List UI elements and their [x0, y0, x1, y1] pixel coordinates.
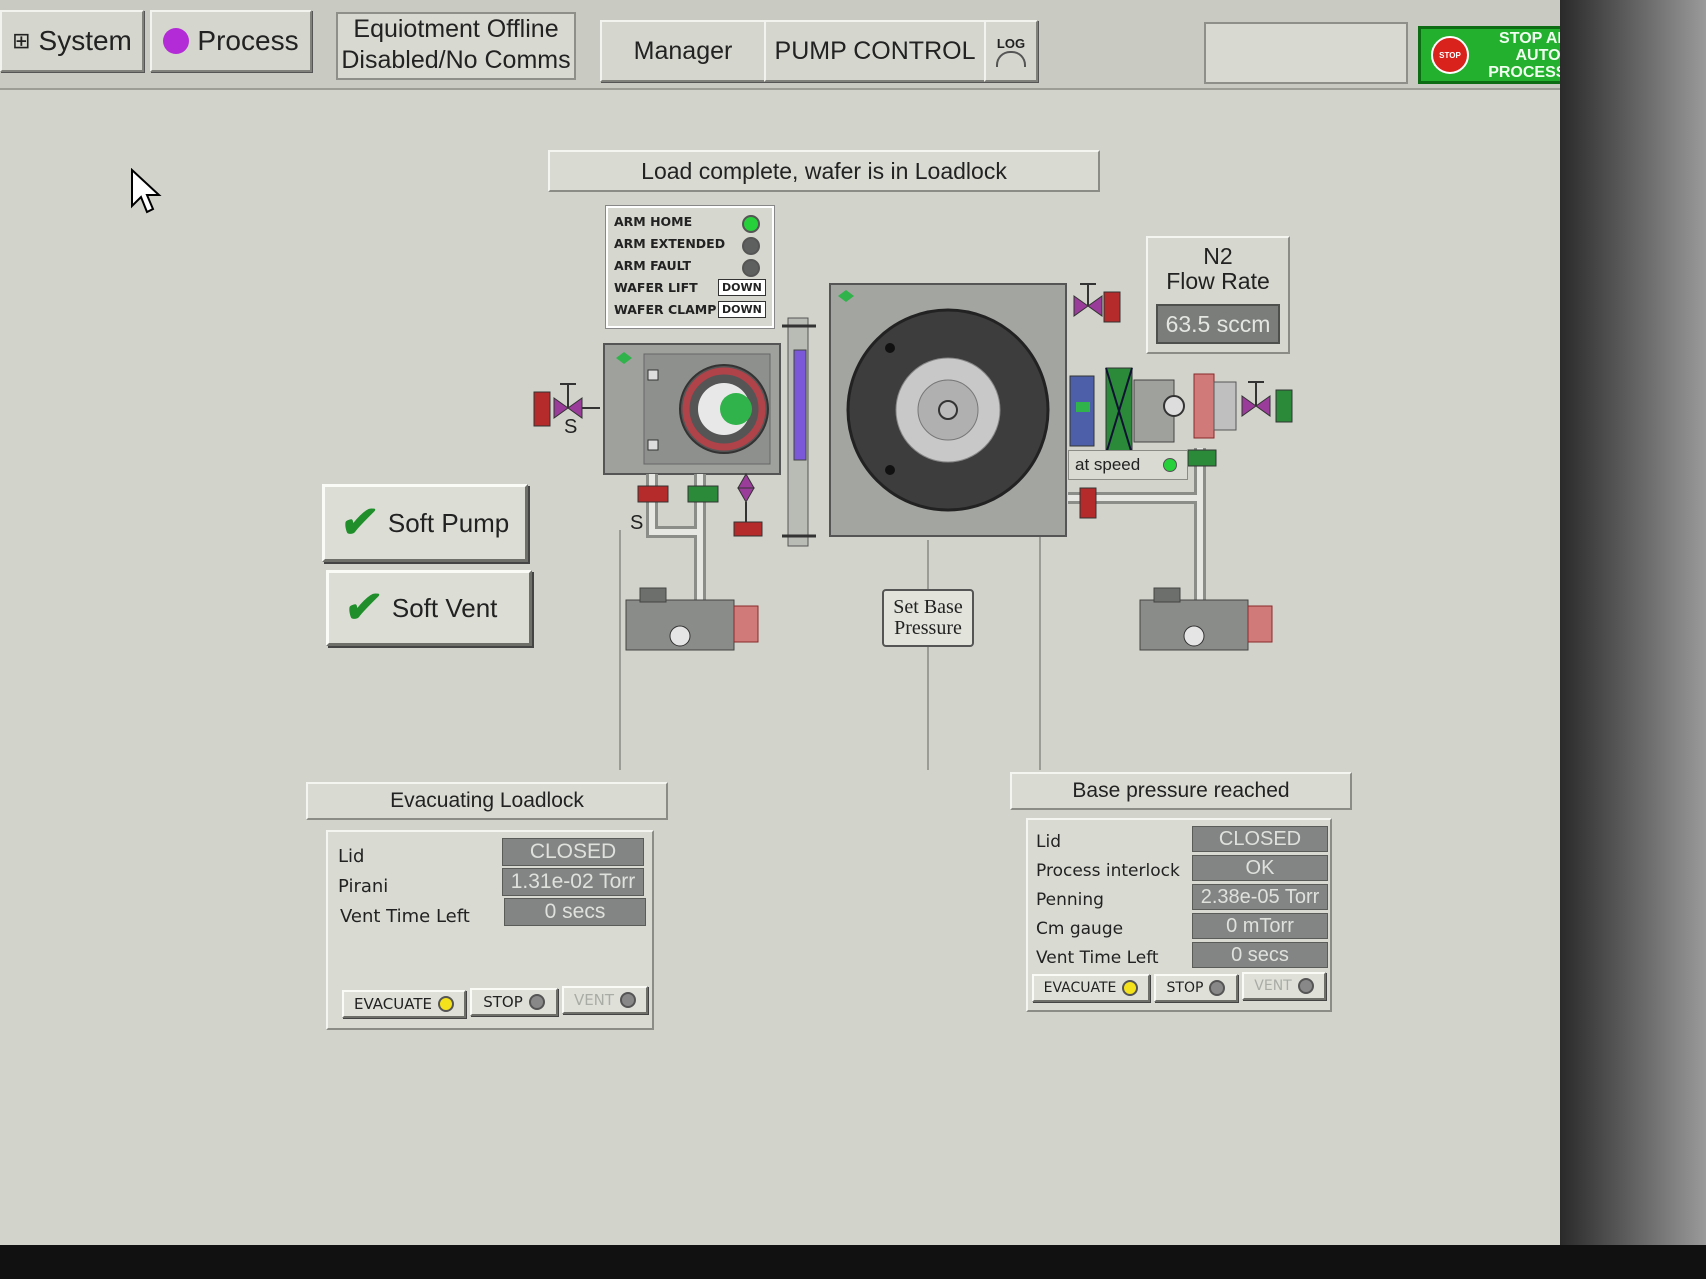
foreline-valve-right-icon[interactable] [1187, 449, 1217, 467]
loadlock-rough-valve-icon[interactable] [687, 485, 719, 503]
mouse-cursor-icon [131, 168, 162, 214]
at-speed-led [1163, 458, 1177, 472]
n2-valve-icon[interactable] [1073, 283, 1121, 323]
process-chamber-icon[interactable] [829, 283, 1067, 537]
blank-status-field [1204, 22, 1408, 84]
loadlock-lid-label: Lid [338, 846, 365, 867]
pump-control-tab[interactable]: PUMP CONTROL [764, 20, 986, 82]
loadlock-pirani-value: 1.31e-02 Torr [502, 868, 644, 896]
loadlock-vent-lower-valve-icon[interactable] [733, 472, 763, 537]
soft-pump-button[interactable]: ✔ Soft Pump [322, 484, 528, 562]
loadlock-chamber-icon[interactable] [603, 343, 781, 475]
process-button[interactable]: Process [150, 10, 312, 72]
evacuate-led-icon [437, 996, 454, 1012]
loadlock-status-title: Evacuating Loadlock [306, 782, 668, 820]
loadlock-rough-pump-icon[interactable] [625, 587, 759, 651]
loadlock-soft-valve-icon[interactable] [637, 485, 669, 503]
chamber-evacuate-button[interactable]: EVACUATE [1032, 974, 1150, 1002]
loadlock-vent-time-label: Vent Time Left [340, 906, 470, 927]
chamber-lid-label: Lid [1036, 832, 1061, 852]
vent-valve-s-label: S [564, 416, 578, 438]
chamber-lid-value: CLOSED [1192, 826, 1328, 852]
chamber-vent-time-value: 0 secs [1192, 942, 1328, 968]
set-base-pressure-button[interactable]: Set Base Pressure [882, 589, 974, 647]
penning-value: 2.38e-05 Torr [1192, 884, 1328, 910]
at-speed-indicator: at speed [1068, 450, 1188, 480]
soft-valve-s-label: S [630, 512, 644, 534]
chamber-panel: Lid CLOSED Process interlock OK Penning … [1026, 818, 1332, 1012]
screen: ⊞ System Process Equiotment Offline Disa… [0, 0, 1610, 1250]
stop-led-icon [528, 994, 545, 1010]
gauge-icon [996, 50, 1026, 67]
soft-vent-button[interactable]: ✔ Soft Vent [326, 570, 532, 646]
loadlock-evacuate-button[interactable]: EVACUATE [342, 990, 466, 1018]
bypass-valve-icon[interactable] [1079, 487, 1097, 519]
stop-icon: STOP [1431, 36, 1469, 74]
turbo-pump-icon[interactable] [1069, 367, 1237, 455]
system-button[interactable]: ⊞ System [0, 10, 144, 72]
loadlock-panel: Lid CLOSED Pirani 1.31e-02 Torr Vent Tim… [326, 830, 654, 1030]
cm-gauge-value: 0 mTorr [1192, 913, 1328, 939]
chamber-stop-button[interactable]: STOP [1154, 974, 1238, 1002]
vent-led-icon [620, 992, 637, 1008]
process-icon [163, 28, 190, 54]
checkmark-icon: ✔ [337, 498, 382, 547]
process-interlock-value: OK [1192, 855, 1328, 881]
loadlock-vent-button[interactable]: VENT [562, 986, 648, 1014]
arm-extended-led [742, 237, 760, 255]
vent-led-icon [1297, 978, 1314, 994]
stop-led-icon [1209, 980, 1226, 996]
loadlock-pirani-label: Pirani [338, 876, 389, 897]
top-toolbar: ⊞ System Process Equiotment Offline Disa… [0, 0, 1610, 90]
gate-valve-icon[interactable] [782, 317, 816, 547]
penning-label: Penning [1036, 890, 1104, 910]
chamber-status-title: Base pressure reached [1010, 772, 1352, 810]
system-icon: ⊞ [12, 28, 31, 53]
roughing-valve-right-icon[interactable] [1241, 381, 1293, 423]
arm-home-led [742, 215, 760, 233]
monitor-bezel-right [1560, 0, 1706, 1279]
equipment-status: Equiotment Offline Disabled/No Comms [336, 12, 576, 80]
loadlock-stop-button[interactable]: STOP [470, 988, 558, 1016]
chamber-vent-button[interactable]: VENT [1242, 972, 1326, 1000]
arm-home-row: ARM HOME [614, 214, 693, 229]
manager-tab[interactable]: Manager [600, 20, 766, 82]
checkmark-icon: ✔ [341, 583, 386, 632]
status-message: Load complete, wafer is in Loadlock [548, 150, 1100, 192]
loadlock-lid-value: CLOSED [502, 838, 644, 866]
loadlock-vent-time-value: 0 secs [504, 898, 646, 926]
log-button[interactable]: LOG [984, 20, 1038, 82]
cm-gauge-label: Cm gauge [1036, 919, 1124, 939]
chamber-vent-time-label: Vent Time Left [1036, 948, 1159, 968]
evacuate-led-icon [1122, 980, 1139, 996]
arm-extended-row: ARM EXTENDED [614, 236, 726, 251]
process-interlock-label: Process interlock [1036, 861, 1180, 881]
monitor-bezel-bottom [0, 1245, 1706, 1279]
